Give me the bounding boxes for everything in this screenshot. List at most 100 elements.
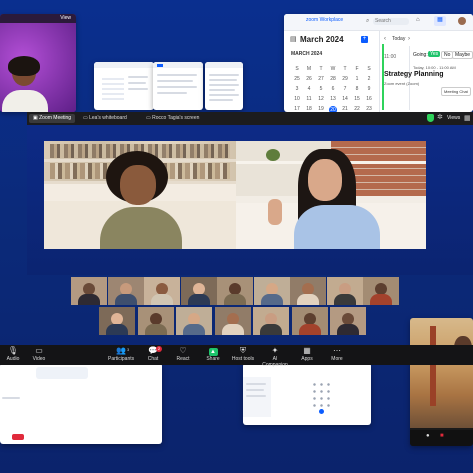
send-button[interactable]: [12, 434, 24, 440]
calendar-day[interactable]: 2: [363, 76, 375, 82]
participant-video-right[interactable]: [236, 141, 426, 249]
calendar-day[interactable]: 9: [363, 86, 375, 92]
calendar-day[interactable]: 13: [327, 96, 339, 102]
calendar-day[interactable]: 10: [291, 96, 303, 102]
audio-button[interactable]: 🎙 Audio: [0, 346, 26, 362]
home-icon[interactable]: ⌂: [416, 17, 420, 23]
event-detail-panel[interactable]: Going: Yes No Maybe Today, 10:00 - 11:00…: [409, 46, 473, 110]
calendar-day[interactable]: 12: [315, 96, 327, 102]
calendar-header-bar: zoom Workplace ⌕ Search ⌂ ▦: [284, 14, 473, 31]
toolbar-label: Audio: [6, 356, 20, 362]
participant-body: [260, 324, 282, 335]
share-button[interactable]: ▲ Share: [200, 346, 226, 362]
next-arrow-icon[interactable]: ›: [408, 36, 410, 42]
views-button[interactable]: Views: [447, 115, 460, 121]
window-titlebar: [94, 62, 154, 68]
search-icon[interactable]: ⌕: [366, 18, 369, 25]
calendar-day[interactable]: 5: [315, 86, 327, 92]
gallery-tile[interactable]: [217, 277, 253, 305]
calendar-day[interactable]: 6: [327, 86, 339, 92]
tab-whiteboard[interactable]: ▭ Lea's whiteboard: [79, 114, 131, 123]
gallery-tile[interactable]: [107, 277, 144, 305]
calendar-day[interactable]: 27: [315, 76, 327, 82]
participant-body: [260, 294, 283, 305]
settings-icon[interactable]: ✲: [437, 113, 443, 121]
end-call-icon[interactable]: ■: [440, 433, 444, 439]
email-window[interactable]: [153, 62, 203, 110]
gallery-tile[interactable]: [291, 307, 328, 335]
gallery-tile[interactable]: [363, 277, 399, 305]
search-input[interactable]: Search: [373, 18, 409, 25]
participant-video-left[interactable]: [44, 141, 236, 249]
calendar-app-icon[interactable]: ▦: [434, 16, 446, 26]
dialpad-window[interactable]: [243, 363, 371, 425]
phone-video-window[interactable]: ● ■: [410, 318, 473, 446]
weekday-label: T: [319, 66, 323, 72]
dialpad-keys[interactable]: [311, 381, 331, 407]
calendar-day[interactable]: 4: [303, 86, 315, 92]
window-titlebar: [205, 62, 243, 68]
more-icon: ⋯: [333, 346, 341, 355]
going-label: Going:: [413, 52, 428, 58]
rsvp-maybe-button[interactable]: Maybe: [452, 51, 473, 59]
tab-screen-share[interactable]: ▭ Rocco Tagia's screen: [142, 114, 203, 123]
mic-icon[interactable]: ●: [426, 433, 430, 439]
toolbar-label: React: [176, 356, 190, 362]
mini-calendar-block: [102, 76, 124, 100]
gallery-tile[interactable]: [99, 307, 135, 335]
tab-zoom-meeting[interactable]: ▣ Zoom Meeting: [29, 114, 76, 123]
calendar-doc-window[interactable]: [94, 62, 154, 110]
react-button[interactable]: ♡ React: [170, 346, 196, 362]
chat-button[interactable]: 💬 Chat 2: [140, 346, 166, 362]
call-button[interactable]: [319, 409, 324, 414]
calendar-day[interactable]: 14: [339, 96, 351, 102]
gallery-tile[interactable]: [290, 277, 326, 305]
document-window[interactable]: [205, 62, 243, 110]
calendar-day[interactable]: 8: [351, 86, 363, 92]
gallery-tile[interactable]: [330, 307, 366, 335]
event-title: Strategy Planning: [384, 71, 444, 78]
gallery-tile[interactable]: [180, 277, 217, 305]
gallery-tile[interactable]: [176, 307, 212, 335]
gallery-tile[interactable]: [253, 277, 290, 305]
participants-button[interactable]: 👥 Participants 3: [108, 346, 134, 362]
gallery-tile[interactable]: [137, 307, 174, 335]
ai-companion-button[interactable]: ✦ AI Companion: [262, 346, 288, 368]
meeting-chat-button[interactable]: Meeting Chat: [441, 87, 471, 96]
user-avatar[interactable]: [458, 17, 466, 25]
calendar-day[interactable]: 11: [303, 96, 315, 102]
more-button[interactable]: ⋯ More: [324, 346, 350, 362]
grid-view-icon[interactable]: ▦: [464, 114, 471, 122]
gallery-tile[interactable]: [326, 277, 363, 305]
today-button[interactable]: Today: [392, 36, 405, 42]
calendar-day[interactable]: 28: [327, 76, 339, 82]
calendar-day[interactable]: 1: [351, 76, 363, 82]
top-left-video-window[interactable]: View: [0, 14, 76, 112]
weekday-label: T: [343, 66, 347, 72]
calendar-day[interactable]: 15: [351, 96, 363, 102]
chat-window[interactable]: [0, 363, 162, 444]
calendar-day[interactable]: 16: [363, 96, 375, 102]
event-time: Today, 10:00 - 11:00 AM: [413, 65, 456, 70]
shield-icon[interactable]: [427, 114, 434, 122]
apps-button[interactable]: ▦ Apps: [294, 346, 320, 362]
toolbar-label: Chat: [147, 356, 159, 362]
calendar-day[interactable]: 26: [303, 76, 315, 82]
chat-icon: 💬: [148, 346, 158, 355]
calendar-day[interactable]: 25: [291, 76, 303, 82]
mini-month-label: MARCH 2024: [291, 51, 323, 57]
participant-body: [224, 294, 246, 305]
prev-arrow-icon[interactable]: ‹: [384, 36, 386, 42]
add-event-button[interactable]: +: [361, 36, 368, 43]
message-bubble: [36, 367, 88, 379]
gallery-tile[interactable]: [253, 307, 289, 335]
video-button[interactable]: ▭ Video: [26, 346, 52, 362]
gallery-tile[interactable]: [71, 277, 107, 305]
calendar-day[interactable]: 3: [291, 86, 303, 92]
host-tools-button[interactable]: ⛨ Host tools: [230, 346, 256, 362]
gallery-tile[interactable]: [144, 277, 180, 305]
gallery-tile[interactable]: [214, 307, 251, 335]
calendar-day[interactable]: 29: [339, 76, 351, 82]
rsvp-yes-button[interactable]: Yes: [428, 51, 441, 57]
calendar-day[interactable]: 7: [339, 86, 351, 92]
